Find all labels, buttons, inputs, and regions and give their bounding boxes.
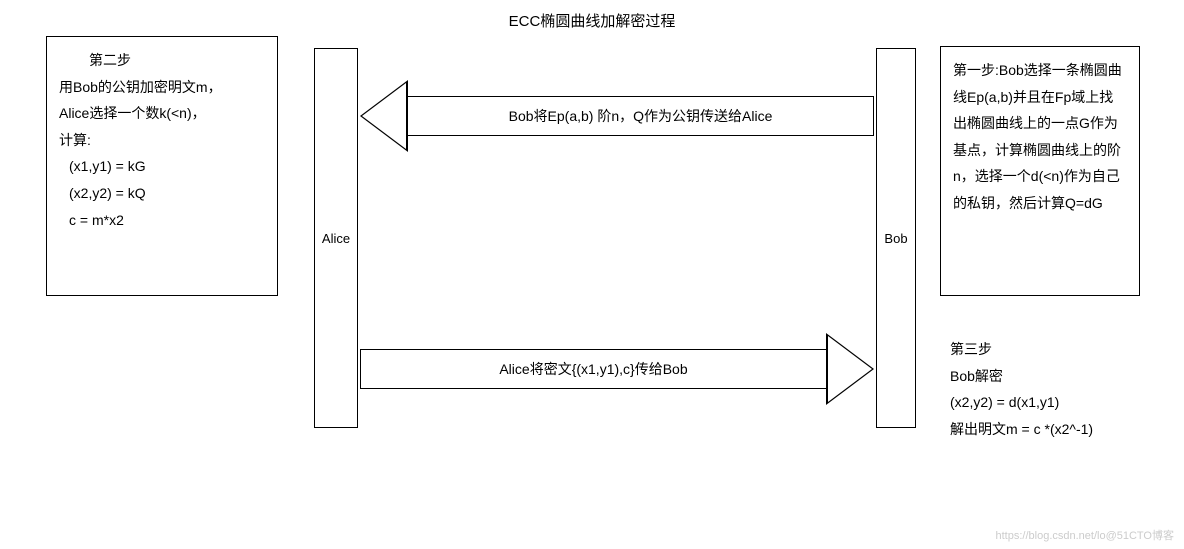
arrow-right-head-icon	[826, 333, 874, 405]
step3-line3: 解出明文m = c *(x2^-1)	[950, 416, 1093, 443]
arrow-bob-to-alice: Bob将Ep(a,b) 阶n，Q作为公钥传送给Alice	[360, 80, 874, 152]
diagram-title: ECC椭圆曲线加解密过程	[0, 10, 1184, 31]
step2-formula2: (x2,y2) = kQ	[59, 180, 265, 207]
alice-label: Alice	[322, 231, 350, 246]
arrow-alice-to-bob: Alice将密文{(x1,y1),c}传给Bob	[360, 333, 874, 405]
arrow-left-head-icon	[360, 80, 408, 152]
step2-formula1: (x1,y1) = kG	[59, 153, 265, 180]
step2-heading: 第二步	[59, 47, 265, 74]
arrow-bottom-label: Alice将密文{(x1,y1),c}传给Bob	[360, 349, 826, 389]
bob-label: Bob	[884, 231, 907, 246]
step3-line1: Bob解密	[950, 363, 1093, 390]
step2-line3: 计算:	[59, 127, 265, 154]
step2-line2: Alice选择一个数k(<n)，	[59, 100, 265, 127]
step1-box: 第一步:Bob选择一条椭圆曲线Ep(a,b)并且在Fp域上找出椭圆曲线上的一点G…	[940, 46, 1140, 296]
step2-formula3: c = m*x2	[59, 207, 265, 234]
watermark: https://blog.csdn.net/lo@51CTO博客	[996, 527, 1175, 543]
bob-box: Bob	[876, 48, 916, 428]
alice-box: Alice	[314, 48, 358, 428]
step1-text: 第一步:Bob选择一条椭圆曲线Ep(a,b)并且在Fp域上找出椭圆曲线上的一点G…	[953, 57, 1127, 217]
step2-line1: 用Bob的公钥加密明文m，	[59, 74, 265, 101]
step3-block: 第三步 Bob解密 (x2,y2) = d(x1,y1) 解出明文m = c *…	[950, 336, 1093, 442]
step3-heading: 第三步	[950, 336, 1093, 363]
arrow-top-label: Bob将Ep(a,b) 阶n，Q作为公钥传送给Alice	[408, 96, 874, 136]
step3-line2: (x2,y2) = d(x1,y1)	[950, 389, 1093, 416]
step2-box: 第二步 用Bob的公钥加密明文m， Alice选择一个数k(<n)， 计算: (…	[46, 36, 278, 296]
